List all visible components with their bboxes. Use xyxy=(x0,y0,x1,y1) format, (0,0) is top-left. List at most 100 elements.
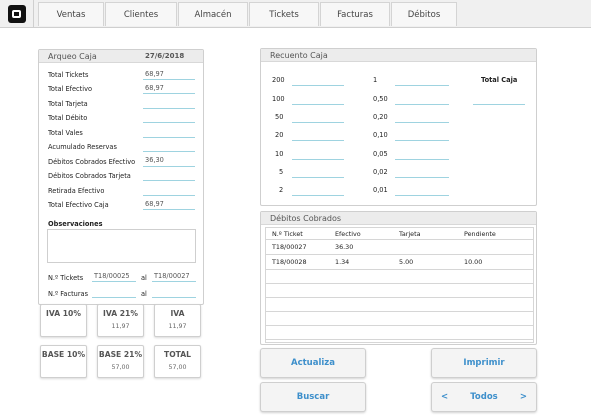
debitos-efectivo-field[interactable]: 36,30 xyxy=(145,156,164,164)
count-input-010[interactable] xyxy=(395,140,449,141)
iva-10-box: IVA 10% xyxy=(40,304,87,337)
iva-box-value: 57,00 xyxy=(111,364,130,371)
table-divider xyxy=(266,325,533,326)
app-logo-icon xyxy=(7,5,26,23)
field-underline xyxy=(143,151,195,152)
actualiza-button[interactable]: Actualiza xyxy=(260,348,366,378)
iva-box-value: 11,97 xyxy=(111,323,130,330)
denomination-label: 20 xyxy=(275,131,284,139)
field-underline xyxy=(92,297,136,298)
tickets-from-input[interactable]: T18/00025 xyxy=(94,272,130,280)
denomination-label: 0,05 xyxy=(373,150,388,158)
denomination-label: 200 xyxy=(272,76,285,84)
next-page-icon[interactable]: > xyxy=(520,392,527,402)
table-divider xyxy=(266,283,533,284)
denomination-label: 5 xyxy=(279,168,284,176)
todos-pager: < Todos > xyxy=(431,382,537,412)
arqueo-date: 27/6/2018 xyxy=(145,52,185,60)
denomination-label: 100 xyxy=(272,95,285,103)
arqueo-caja-header: Arqueo Caja 27/6/2018 xyxy=(39,50,203,63)
count-input-020[interactable] xyxy=(395,122,449,123)
count-input-10[interactable] xyxy=(292,159,344,160)
count-input-50[interactable] xyxy=(292,122,344,123)
count-input-2[interactable] xyxy=(292,195,344,196)
total-efectivo-field[interactable]: 68,97 xyxy=(145,84,164,92)
count-input-002[interactable] xyxy=(395,177,449,178)
count-input-050[interactable] xyxy=(395,104,449,105)
table-row[interactable]: T18/00027 36.30 xyxy=(266,240,533,254)
imprimir-button[interactable]: Imprimir xyxy=(431,348,537,378)
field-underline xyxy=(143,166,195,167)
al-label: al xyxy=(141,290,147,298)
iva-box-title: IVA xyxy=(170,309,185,318)
count-input-100[interactable] xyxy=(292,104,344,105)
observaciones-label: Observaciones xyxy=(48,220,103,228)
field-underline xyxy=(143,209,195,210)
app-logo[interactable] xyxy=(0,0,34,28)
tickets-label: N.º Tickets xyxy=(48,274,84,282)
facturas-label: N.º Facturas xyxy=(48,290,89,298)
top-nav-bar: Ventas Clientes Almacén Tickets Facturas… xyxy=(0,0,591,28)
table-cell: 10.00 xyxy=(464,258,483,266)
denomination-label: 50 xyxy=(275,113,284,121)
field-underline xyxy=(143,108,195,109)
debitos-table: N.º Ticket Efectivo Tarjeta Pendiente T1… xyxy=(265,227,534,343)
total-caja-field[interactable] xyxy=(473,104,525,105)
recuento-caja-title: Recuento Caja xyxy=(261,49,536,62)
count-input-200[interactable] xyxy=(292,85,344,86)
column-header: Efectivo xyxy=(335,230,361,238)
row-label: Total Tickets xyxy=(48,71,89,79)
table-cell: T18/00027 xyxy=(272,243,307,251)
denomination-label: 10 xyxy=(275,150,284,158)
total-efectivo-caja-field[interactable]: 68,97 xyxy=(145,200,164,208)
count-input-1[interactable] xyxy=(395,85,449,86)
iva-box-value: 57,00 xyxy=(168,364,187,371)
column-header: Tarjeta xyxy=(399,230,421,238)
tab-facturas[interactable]: Facturas xyxy=(320,2,390,26)
debitos-cobrados-title: Débitos Cobrados xyxy=(261,212,536,225)
total-tickets-field[interactable]: 68,97 xyxy=(145,70,164,78)
field-underline xyxy=(143,79,195,80)
count-input-005[interactable] xyxy=(395,159,449,160)
field-underline xyxy=(152,281,196,282)
row-label: Total Tarjeta xyxy=(48,100,88,108)
denomination-label: 0,10 xyxy=(373,131,388,139)
base-21-box: BASE 21% 57,00 xyxy=(97,345,144,378)
count-input-001[interactable] xyxy=(395,195,449,196)
table-cell: 36.30 xyxy=(335,243,354,251)
tickets-to-input[interactable]: T18/00027 xyxy=(154,272,190,280)
table-row[interactable]: T18/00028 1.34 5.00 10.00 xyxy=(266,255,533,269)
tab-tickets[interactable]: Tickets xyxy=(249,2,319,26)
field-underline xyxy=(143,137,195,138)
row-label: Total Débito xyxy=(48,114,88,122)
table-cell: 1.34 xyxy=(335,258,350,266)
table-divider xyxy=(266,339,533,340)
row-label: Total Efectivo xyxy=(48,85,93,93)
table-cell: 5.00 xyxy=(399,258,414,266)
total-box: TOTAL 57,00 xyxy=(154,345,201,378)
count-input-5[interactable] xyxy=(292,177,344,178)
denomination-label: 0,02 xyxy=(373,168,388,176)
field-underline xyxy=(143,180,195,181)
todos-button[interactable]: Todos xyxy=(470,392,498,402)
base-10-box: BASE 10% xyxy=(40,345,87,378)
denomination-label: 0,20 xyxy=(373,113,388,121)
buscar-button[interactable]: Buscar xyxy=(260,382,366,412)
tab-debitos[interactable]: Débitos xyxy=(391,2,457,26)
denomination-label: 1 xyxy=(373,76,378,84)
column-header: Pendiente xyxy=(464,230,496,238)
denomination-label: 0,01 xyxy=(373,186,388,194)
row-label: Retirada Efectivo xyxy=(48,187,105,195)
iva-box-title: BASE 21% xyxy=(98,350,143,359)
tab-almacen[interactable]: Almacén xyxy=(178,2,248,26)
table-cell: T18/00028 xyxy=(272,258,307,266)
row-label: Débitos Cobrados Tarjeta xyxy=(48,172,131,180)
prev-page-icon[interactable]: < xyxy=(441,392,448,402)
tab-ventas[interactable]: Ventas xyxy=(38,2,104,26)
observaciones-textarea[interactable] xyxy=(47,229,196,263)
field-underline xyxy=(143,93,195,94)
row-label: Débitos Cobrados Efectivo xyxy=(48,158,136,166)
count-input-20[interactable] xyxy=(292,140,344,141)
row-label: Acumulado Reservas xyxy=(48,143,117,151)
tab-clientes[interactable]: Clientes xyxy=(105,2,177,26)
